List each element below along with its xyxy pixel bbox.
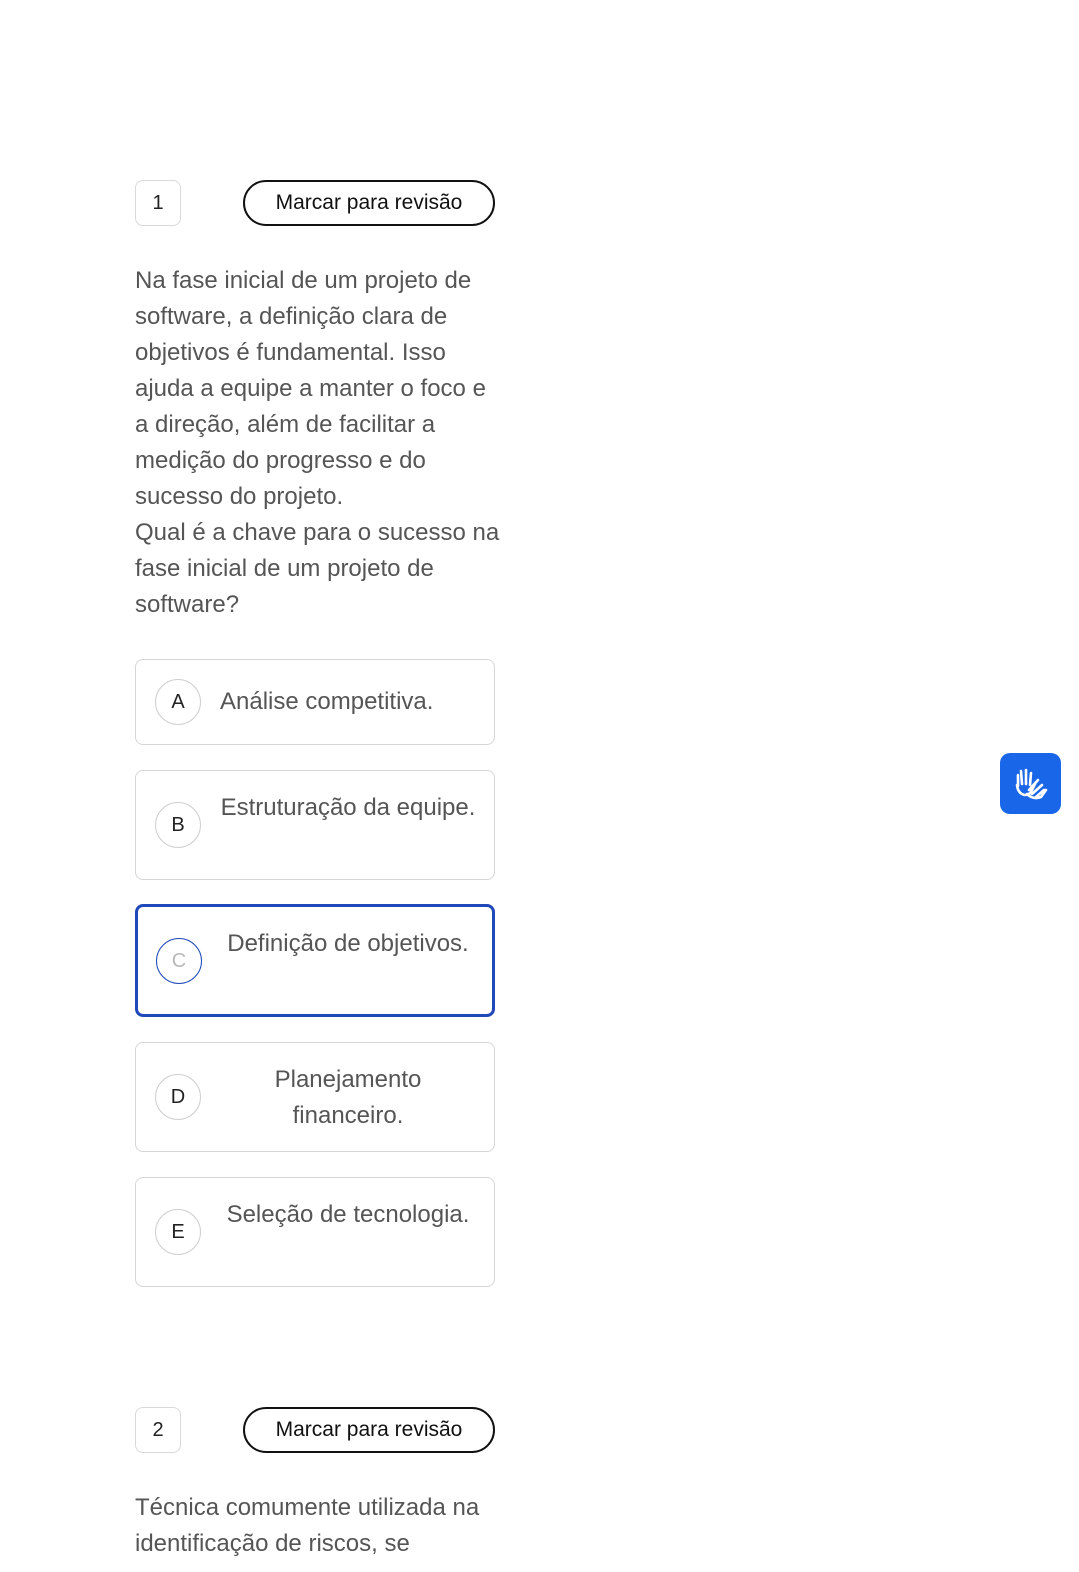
option-d[interactable]: D Planejamento financeiro. — [135, 1042, 495, 1152]
sign-language-icon — [1015, 768, 1047, 799]
option-letter: A — [155, 679, 201, 725]
question-number: 2 — [135, 1407, 181, 1453]
question-text: Técnica comumente utilizada na identific… — [135, 1494, 480, 1557]
option-text: Análise competitiva. — [220, 688, 434, 715]
mark-for-review-button[interactable]: Marcar para revisão — [243, 1407, 495, 1453]
question-statement: Na fase inicial de um projeto de softwar… — [135, 263, 505, 623]
option-text: Estruturação da equipe. — [220, 794, 476, 821]
option-letter: B — [155, 802, 201, 848]
question-text: Na fase inicial de um projeto de softwar… — [135, 267, 486, 510]
sign-language-button[interactable] — [1000, 753, 1061, 814]
option-a[interactable]: A Análise competitiva. — [135, 659, 495, 745]
option-text: Seleção de tecnologia. — [226, 1201, 470, 1228]
option-letter: D — [155, 1074, 201, 1120]
question-statement: Técnica comumente utilizada na identific… — [135, 1490, 505, 1562]
option-b[interactable]: B Estruturação da equipe. — [135, 770, 495, 880]
option-text: Definição de objetivos. — [227, 930, 469, 957]
option-letter: C — [156, 938, 202, 984]
question-number: 1 — [135, 180, 181, 226]
option-e[interactable]: E Seleção de tecnologia. — [135, 1177, 495, 1287]
question-prompt: Qual é a chave para o sucesso na fase in… — [135, 519, 500, 618]
option-c[interactable]: C Definição de objetivos. — [135, 904, 495, 1017]
mark-for-review-button[interactable]: Marcar para revisão — [243, 180, 495, 226]
option-letter: E — [155, 1209, 201, 1255]
option-text: Planejamento financeiro. — [274, 1066, 422, 1129]
